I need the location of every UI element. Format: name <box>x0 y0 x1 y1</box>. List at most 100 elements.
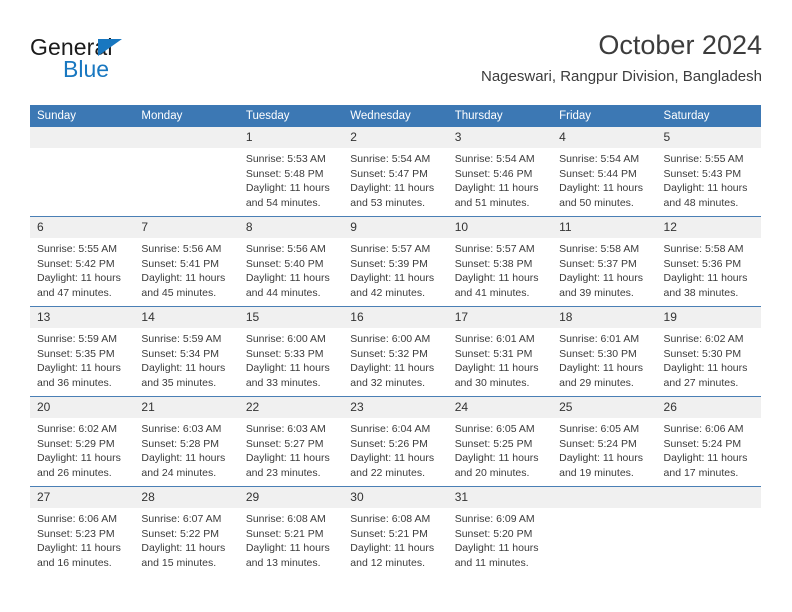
calendar-day-cell[interactable]: 8 Sunrise: 5:56 AM Sunset: 5:40 PM Daylight… <box>238 216 344 307</box>
day-number: 14 <box>134 307 239 328</box>
day-number: 13 <box>30 307 135 328</box>
daylight-text: Daylight: 11 hours and 22 minutes. <box>350 452 435 479</box>
calendar-day-cell[interactable]: 9 Sunrise: 5:57 AM Sunset: 5:39 PM Daylight… <box>343 216 448 307</box>
day-number: 1 <box>238 127 344 148</box>
calendar-day-cell[interactable]: 5 Sunrise: 5:55 AM Sunset: 5:43 PM Daylight… <box>656 127 761 217</box>
day-number: 7 <box>134 217 239 238</box>
calendar-day-cell[interactable]: 13 Sunrise: 5:59 AM Sunset: 5:35 PM Dayligh… <box>30 306 135 397</box>
day-sun-info: Sunrise: 5:56 AM Sunset: 5:41 PM Daylight:… <box>134 238 238 300</box>
calendar-day-cell-empty <box>30 127 135 217</box>
sunrise-text: Sunrise: 5:54 AM <box>454 153 535 165</box>
day-sun-info: Sunrise: 6:07 AM Sunset: 5:22 PM Daylight:… <box>134 508 238 570</box>
sunrise-text: Sunrise: 6:06 AM <box>37 513 117 525</box>
calendar-day-cell[interactable]: 4 Sunrise: 5:54 AM Sunset: 5:44 PM Daylight… <box>552 127 657 217</box>
daylight-text: Daylight: 11 hours and 19 minutes. <box>559 452 643 479</box>
title-block: October 2024 Nageswari, Rangpur Division… <box>481 28 762 88</box>
calendar-day-cell[interactable]: 10 Sunrise: 5:57 AM Sunset: 5:38 PM Dayligh… <box>447 216 553 307</box>
daylight-text: Daylight: 11 hours and 50 minutes. <box>559 182 643 209</box>
sunrise-text: Sunrise: 5:58 AM <box>663 243 744 255</box>
sunrise-text: Sunrise: 5:55 AM <box>663 153 744 165</box>
general-blue-logo[interactable]: General Blue <box>30 34 250 90</box>
day-sun-info: Sunrise: 6:05 AM Sunset: 5:24 PM Daylight:… <box>552 418 656 480</box>
sunrise-text: Sunrise: 5:55 AM <box>37 243 117 255</box>
calendar-day-cell[interactable]: 24 Sunrise: 6:05 AM Sunset: 5:25 PM Dayligh… <box>447 396 553 487</box>
daylight-text: Daylight: 11 hours and 39 minutes. <box>559 272 643 299</box>
day-number: 26 <box>656 397 761 418</box>
sunset-text: Sunset: 5:22 PM <box>141 527 220 540</box>
calendar-day-cell[interactable]: 23 Sunrise: 6:04 AM Sunset: 5:26 PM Dayligh… <box>343 396 448 487</box>
calendar-day-cell[interactable]: 11 Sunrise: 5:58 AM Sunset: 5:37 PM Dayligh… <box>552 216 657 307</box>
calendar-day-cell[interactable]: 12 Sunrise: 5:58 AM Sunset: 5:36 PM Dayligh… <box>656 216 761 307</box>
calendar-day-cell[interactable]: 18 Sunrise: 6:01 AM Sunset: 5:30 PM Dayligh… <box>552 306 657 397</box>
calendar-body: 1 Sunrise: 5:53 AM Sunset: 5:48 PM Daylight… <box>30 127 761 576</box>
calendar-day-cell[interactable]: 14 Sunrise: 5:59 AM Sunset: 5:34 PM Dayligh… <box>134 306 239 397</box>
day-number: 25 <box>552 397 657 418</box>
daylight-text: Daylight: 11 hours and 41 minutes. <box>454 272 539 299</box>
sunrise-text: Sunrise: 5:57 AM <box>454 243 535 255</box>
calendar-day-cell[interactable]: 17 Sunrise: 6:01 AM Sunset: 5:31 PM Dayligh… <box>447 306 553 397</box>
calendar-week-row: 6 Sunrise: 5:55 AM Sunset: 5:42 PM Daylight… <box>30 216 761 307</box>
daylight-text: Daylight: 11 hours and 13 minutes. <box>245 542 330 569</box>
daylight-text: Daylight: 11 hours and 16 minutes. <box>37 542 121 569</box>
sunrise-text: Sunrise: 5:53 AM <box>245 153 326 165</box>
sunrise-text: Sunrise: 5:59 AM <box>37 333 117 345</box>
day-sun-info: Sunrise: 5:56 AM Sunset: 5:40 PM Daylight:… <box>239 238 343 300</box>
calendar-day-cell[interactable]: 27 Sunrise: 6:06 AM Sunset: 5:23 PM Dayligh… <box>30 486 135 576</box>
sunset-text: Sunset: 5:34 PM <box>141 347 220 360</box>
calendar-day-cell[interactable]: 22 Sunrise: 6:03 AM Sunset: 5:27 PM Dayligh… <box>238 396 344 487</box>
daylight-text: Daylight: 11 hours and 32 minutes. <box>350 362 435 389</box>
day-sun-info: Sunrise: 6:04 AM Sunset: 5:26 PM Daylight:… <box>343 418 447 480</box>
sunrise-text: Sunrise: 6:02 AM <box>37 423 117 435</box>
calendar-day-cell[interactable]: 25 Sunrise: 6:05 AM Sunset: 5:24 PM Dayligh… <box>552 396 657 487</box>
calendar-day-cell[interactable]: 30 Sunrise: 6:08 AM Sunset: 5:21 PM Dayligh… <box>343 486 448 576</box>
day-number <box>552 487 657 508</box>
calendar-day-cell-empty <box>134 127 239 217</box>
calendar-day-cell[interactable]: 15 Sunrise: 6:00 AM Sunset: 5:33 PM Dayligh… <box>238 306 344 397</box>
calendar-day-cell[interactable]: 21 Sunrise: 6:03 AM Sunset: 5:28 PM Dayligh… <box>134 396 239 487</box>
calendar-day-cell[interactable]: 26 Sunrise: 6:06 AM Sunset: 5:24 PM Dayligh… <box>656 396 761 487</box>
calendar-day-cell[interactable]: 2 Sunrise: 5:54 AM Sunset: 5:47 PM Daylight… <box>343 127 448 217</box>
calendar-day-cell[interactable]: 28 Sunrise: 6:07 AM Sunset: 5:22 PM Dayligh… <box>134 486 239 576</box>
calendar-day-cell[interactable]: 16 Sunrise: 6:00 AM Sunset: 5:32 PM Dayligh… <box>343 306 448 397</box>
calendar-day-cell[interactable]: 19 Sunrise: 6:02 AM Sunset: 5:30 PM Dayligh… <box>656 306 761 397</box>
day-number: 15 <box>238 307 344 328</box>
daylight-text: Daylight: 11 hours and 42 minutes. <box>350 272 435 299</box>
calendar-page: General Blue October 2024 Nageswari, Ran… <box>0 0 792 612</box>
sunset-text: Sunset: 5:28 PM <box>141 437 220 450</box>
calendar-day-cell[interactable]: 6 Sunrise: 5:55 AM Sunset: 5:42 PM Daylight… <box>30 216 135 307</box>
day-number: 17 <box>447 307 553 328</box>
day-sun-info: Sunrise: 5:58 AM Sunset: 5:37 PM Daylight:… <box>552 238 656 300</box>
day-number: 19 <box>656 307 761 328</box>
day-sun-info: Sunrise: 6:02 AM Sunset: 5:30 PM Daylight:… <box>657 328 761 390</box>
day-sun-info: Sunrise: 5:54 AM Sunset: 5:44 PM Daylight:… <box>552 148 656 210</box>
daylight-text: Daylight: 11 hours and 23 minutes. <box>245 452 330 479</box>
sunrise-text: Sunrise: 5:57 AM <box>350 243 431 255</box>
calendar-day-cell[interactable]: 3 Sunrise: 5:54 AM Sunset: 5:46 PM Daylight… <box>447 127 553 217</box>
day-number: 11 <box>552 217 657 238</box>
calendar-day-cell[interactable]: 20 Sunrise: 6:02 AM Sunset: 5:29 PM Dayligh… <box>30 396 135 487</box>
sunrise-text: Sunrise: 5:56 AM <box>245 243 326 255</box>
day-number: 24 <box>447 397 553 418</box>
day-number: 2 <box>343 127 448 148</box>
sunset-text: Sunset: 5:27 PM <box>245 437 324 450</box>
sunset-text: Sunset: 5:33 PM <box>245 347 324 360</box>
sunrise-text: Sunrise: 6:01 AM <box>454 333 535 345</box>
day-sun-info: Sunrise: 6:01 AM Sunset: 5:31 PM Daylight:… <box>448 328 552 390</box>
sunset-text: Sunset: 5:32 PM <box>350 347 428 360</box>
sunrise-text: Sunrise: 6:01 AM <box>559 333 640 345</box>
daylight-text: Daylight: 11 hours and 36 minutes. <box>37 362 121 389</box>
calendar-day-cell[interactable]: 29 Sunrise: 6:08 AM Sunset: 5:21 PM Dayligh… <box>238 486 344 576</box>
sunset-text: Sunset: 5:47 PM <box>350 167 428 180</box>
day-sun-info: Sunrise: 6:03 AM Sunset: 5:27 PM Daylight:… <box>239 418 343 480</box>
calendar-day-cell[interactable]: 31 Sunrise: 6:09 AM Sunset: 5:20 PM Dayligh… <box>447 486 553 576</box>
day-number <box>30 127 135 148</box>
daylight-text: Daylight: 11 hours and 29 minutes. <box>559 362 643 389</box>
calendar-day-cell[interactable]: 7 Sunrise: 5:56 AM Sunset: 5:41 PM Daylight… <box>134 216 239 307</box>
calendar-day-cell[interactable]: 1 Sunrise: 5:53 AM Sunset: 5:48 PM Daylight… <box>238 127 344 217</box>
sunrise-text: Sunrise: 6:07 AM <box>141 513 222 525</box>
day-sun-info: Sunrise: 5:58 AM Sunset: 5:36 PM Daylight:… <box>657 238 761 300</box>
sunset-text: Sunset: 5:26 PM <box>350 437 428 450</box>
day-sun-info: Sunrise: 6:06 AM Sunset: 5:23 PM Daylight:… <box>30 508 134 570</box>
sunset-text: Sunset: 5:29 PM <box>37 437 115 450</box>
daylight-text: Daylight: 11 hours and 54 minutes. <box>245 182 330 209</box>
